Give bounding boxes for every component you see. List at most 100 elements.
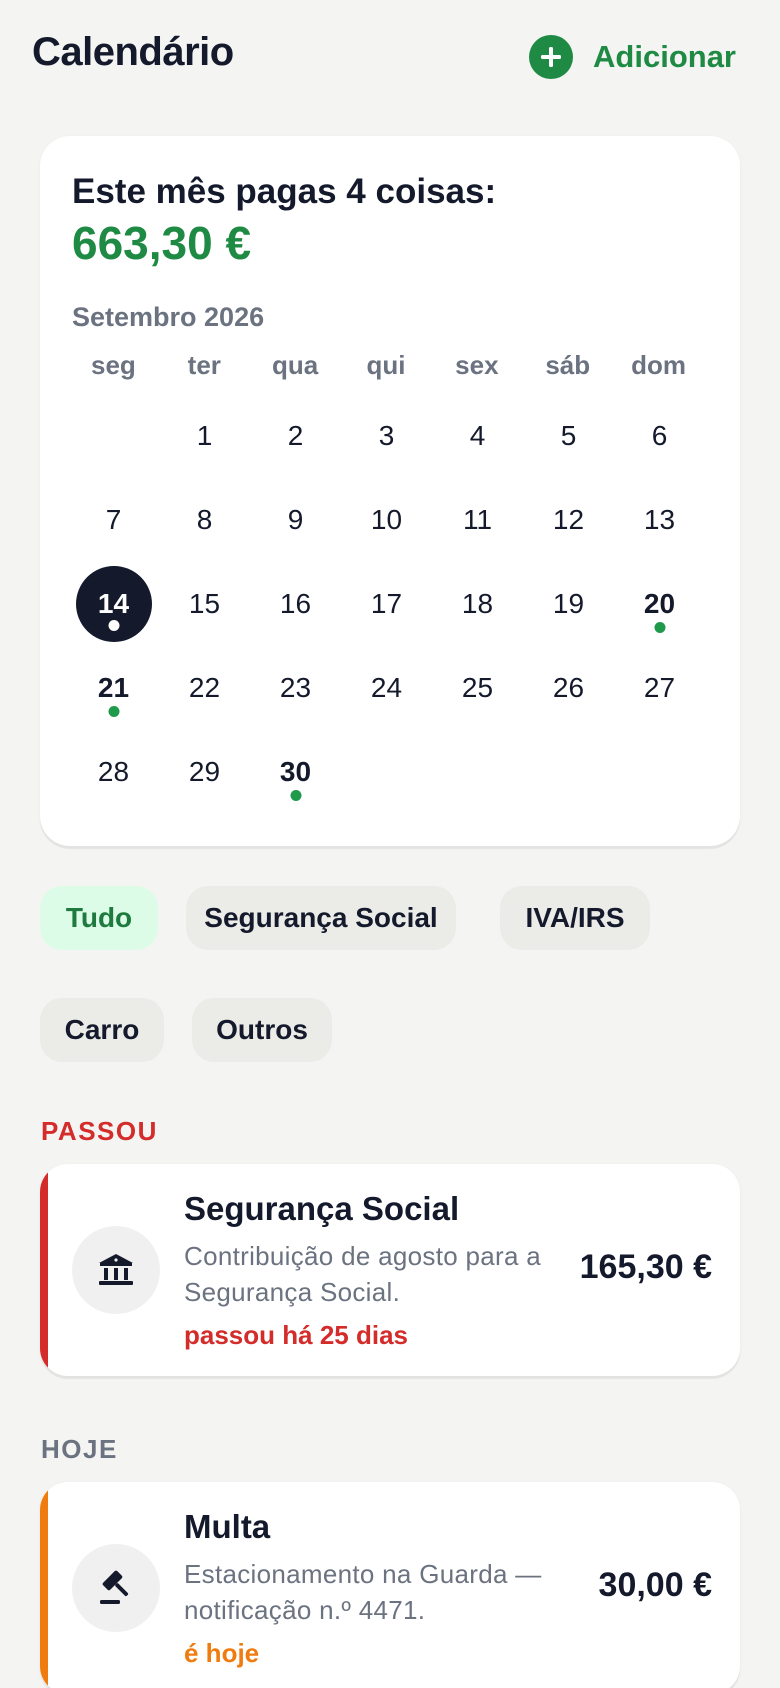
- add-button-label: Adicionar: [593, 39, 736, 74]
- day-number: 20: [643, 588, 676, 619]
- day-number: 11: [462, 504, 493, 535]
- status-accent-bar: [40, 1164, 48, 1376]
- filter-chip-label: IVA/IRS: [525, 902, 625, 933]
- day-number: 1: [196, 420, 213, 451]
- payment-title: Segurança Social: [184, 1190, 460, 1227]
- filter-chip-seguran-a-social[interactable]: Segurança Social: [186, 886, 456, 950]
- day-number: 25: [461, 672, 494, 703]
- payment-card[interactable]: Multa Estacionamento na Guarda — notifica…: [40, 1482, 740, 1688]
- filter-chip-iva-irs[interactable]: IVA/IRS: [500, 886, 650, 950]
- day-number: 26: [552, 672, 585, 703]
- day-number: 13: [643, 504, 676, 535]
- calendar-day-18[interactable]: 18: [432, 562, 523, 646]
- header: Calendário Adicionar: [0, 0, 780, 112]
- day-number: 3: [378, 420, 395, 451]
- day-number: 7: [105, 504, 122, 535]
- weekday-label: dom: [631, 350, 687, 380]
- calendar-day-10[interactable]: 10: [341, 478, 432, 562]
- calendar-day-14[interactable]: 14: [68, 562, 159, 646]
- calendar-day-20[interactable]: 20: [614, 562, 705, 646]
- payment-dot-indicator: [654, 622, 665, 633]
- calendar-day-9[interactable]: 9: [250, 478, 341, 562]
- calendar-day-23[interactable]: 23: [250, 646, 341, 730]
- summary-title: Este mês pagas 4 coisas:: [72, 172, 497, 211]
- day-number: 23: [279, 672, 312, 703]
- calendar-day-29[interactable]: 29: [159, 730, 250, 814]
- calendar-day-26[interactable]: 26: [523, 646, 614, 730]
- day-number: 10: [370, 504, 403, 535]
- calendar-day-6[interactable]: 6: [614, 394, 705, 478]
- plus-circle-icon: [529, 35, 574, 79]
- day-number: 8: [196, 504, 213, 535]
- weekday-label: sex: [455, 350, 499, 380]
- calendar-day-13[interactable]: 13: [614, 478, 705, 562]
- calendar-day-19[interactable]: 19: [523, 562, 614, 646]
- section-label-passou: PASSOU: [41, 1116, 158, 1146]
- calendar-day-17[interactable]: 17: [341, 562, 432, 646]
- calendar-day-11[interactable]: 11: [432, 478, 523, 562]
- day-number: 28: [97, 756, 130, 787]
- calendar-day-2[interactable]: 2: [250, 394, 341, 478]
- filter-chip-label: Segurança Social: [204, 902, 438, 933]
- weekday-label: ter: [187, 350, 221, 380]
- weekday-label: seg: [91, 350, 136, 380]
- day-number: 30: [279, 756, 312, 787]
- calendar-day-8[interactable]: 8: [159, 478, 250, 562]
- day-number: 2: [287, 420, 304, 451]
- day-number: 9: [287, 504, 304, 535]
- payment-amount: 30,00 €: [598, 1566, 712, 1604]
- calendar-day-28[interactable]: 28: [68, 730, 159, 814]
- payment-description: Estacionamento na Guarda — notificação n…: [184, 1559, 542, 1625]
- filter-chip-outros[interactable]: Outros: [192, 998, 332, 1062]
- calendar-day-3[interactable]: 3: [341, 394, 432, 478]
- calendar-day-25[interactable]: 25: [432, 646, 523, 730]
- filter-chip-label: Carro: [64, 1014, 140, 1045]
- calendar-day-16[interactable]: 16: [250, 562, 341, 646]
- calendar-day-5[interactable]: 5: [523, 394, 614, 478]
- day-number: 17: [370, 588, 403, 619]
- summary-amount: 663,30 €: [72, 217, 252, 269]
- calendar-day-27[interactable]: 27: [614, 646, 705, 730]
- calendar-day-4[interactable]: 4: [432, 394, 523, 478]
- day-number: 21: [97, 672, 130, 703]
- calendar-day-1[interactable]: 1: [159, 394, 250, 478]
- day-number: 14: [97, 588, 130, 619]
- day-number: 18: [461, 588, 494, 619]
- add-button[interactable]: Adicionar: [529, 34, 736, 80]
- gavel-icon: [72, 1544, 160, 1632]
- filter-chip-carro[interactable]: Carro: [40, 998, 164, 1062]
- day-number: 22: [188, 672, 221, 703]
- day-number: 6: [651, 420, 668, 451]
- calendar-day-15[interactable]: 15: [159, 562, 250, 646]
- payment-status: passou há 25 dias: [184, 1320, 408, 1350]
- section-label-hoje: HOJE: [41, 1434, 118, 1464]
- calendar-day-30[interactable]: 30: [250, 730, 341, 814]
- page-title: Calendário: [32, 30, 234, 74]
- payment-dot-indicator: [290, 790, 301, 801]
- payment-title: Multa: [184, 1508, 271, 1545]
- payment-dot-indicator: [108, 706, 119, 717]
- calendar-day-24[interactable]: 24: [341, 646, 432, 730]
- day-number: 5: [560, 420, 577, 451]
- calendar-day-21[interactable]: 21: [68, 646, 159, 730]
- filter-chip-tudo[interactable]: Tudo: [40, 886, 158, 950]
- payment-description: Contribuição de agosto para a Segurança …: [184, 1241, 542, 1307]
- weekday-header: seg ter qua qui sex sáb dom: [68, 350, 704, 381]
- calendar-day-22[interactable]: 22: [159, 646, 250, 730]
- payment-status: é hoje: [184, 1638, 260, 1668]
- calendar-card: Este mês pagas 4 coisas: 663,30 € Setemb…: [40, 136, 740, 846]
- day-number: 24: [370, 672, 403, 703]
- weekday-label: qui: [366, 350, 406, 380]
- calendar-day-7[interactable]: 7: [68, 478, 159, 562]
- payment-card[interactable]: Segurança Social Contribuição de agosto p…: [40, 1164, 740, 1376]
- day-number: 15: [188, 588, 221, 619]
- day-number: 27: [643, 672, 676, 703]
- day-number: 12: [552, 504, 585, 535]
- calendar-day-12[interactable]: 12: [523, 478, 614, 562]
- day-number: 19: [552, 588, 585, 619]
- payment-amount: 165,30 €: [579, 1248, 712, 1286]
- payment-dot-indicator: [108, 620, 119, 631]
- month-label: Setembro 2026: [72, 302, 265, 332]
- calendar-grid: 1 2 3 4 5 6 7 8 9 10 11 12 13 14 15 16 17 18 19 20 21 22 23 24 2…: [68, 394, 704, 814]
- calendar-empty-cell: [68, 394, 159, 478]
